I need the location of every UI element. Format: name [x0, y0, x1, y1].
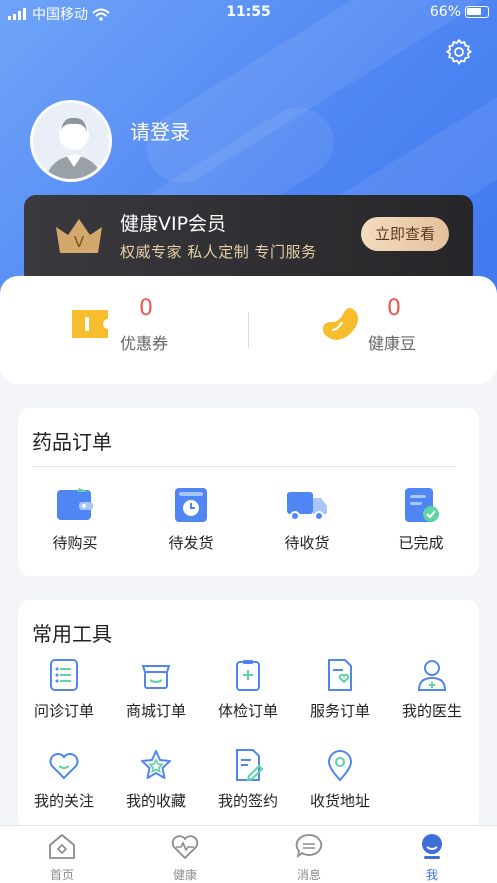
- tab-home[interactable]: 首页: [32, 832, 92, 883]
- heart-icon: [49, 753, 79, 780]
- vip-title: 健康VIP会员: [120, 213, 227, 235]
- common-tools-card: 常用工具 问诊订单 商城订单 体检订单 服务订单 我的医生 我的关注 我的收藏 …: [18, 600, 479, 830]
- vip-badge-letter: V: [74, 233, 85, 251]
- tool-mall-orders-label: 商城订单: [125, 702, 186, 720]
- beans-label: 健康豆: [368, 334, 417, 353]
- doctor-icon: [417, 660, 447, 691]
- tool-my-favorites-label: 我的收藏: [125, 792, 186, 810]
- battery-icon: [465, 6, 489, 18]
- beans-item[interactable]: 0 健康豆: [318, 296, 497, 366]
- box-clock-icon: [175, 488, 207, 522]
- bottom-tab-bar: 首页 健康 消息 我: [0, 825, 497, 883]
- tool-my-contracts-label: 我的签约: [217, 792, 278, 810]
- wallet-divider: [248, 312, 249, 348]
- wallet-card: 0 优惠券 0 健康豆: [0, 276, 497, 384]
- coupon-icon: [72, 310, 108, 338]
- tool-checkup-orders-label: 体检订单: [217, 702, 278, 720]
- home-icon: [49, 834, 75, 859]
- tool-my-follows[interactable]: 我的关注: [28, 748, 100, 811]
- sign-icon: [236, 749, 264, 782]
- location-icon: [327, 750, 353, 782]
- bean-icon: [323, 308, 358, 340]
- order-completed-label: 已完成: [398, 534, 444, 552]
- tool-service-orders[interactable]: 服务订单: [304, 658, 376, 721]
- coupon-label: 优惠券: [120, 334, 169, 353]
- settings-gear-icon[interactable]: [445, 38, 473, 66]
- tool-shipping-address-label: 收货地址: [309, 792, 370, 810]
- vip-view-button[interactable]: 立即查看: [361, 217, 449, 251]
- tab-health-label: 健康: [172, 868, 197, 882]
- tool-shipping-address[interactable]: 收货地址: [304, 748, 376, 811]
- message-icon: [295, 834, 323, 859]
- order-pending-receive-label: 待收货: [284, 534, 330, 552]
- orders-title: 药品订单: [32, 430, 112, 454]
- tool-my-follows-label: 我的关注: [33, 792, 94, 810]
- doc-check-icon: [405, 488, 439, 522]
- order-pending-ship-label: 待发货: [168, 534, 214, 552]
- tool-my-favorites[interactable]: 我的收藏: [120, 748, 192, 811]
- list-icon: [50, 659, 78, 691]
- tools-title: 常用工具: [32, 622, 112, 646]
- order-pending-purchase[interactable]: 待购买: [40, 486, 110, 553]
- tab-home-label: 首页: [49, 868, 74, 882]
- clock: 11:55: [226, 4, 271, 20]
- tab-me[interactable]: 我: [402, 832, 462, 883]
- avatar[interactable]: [30, 100, 112, 182]
- beans-count: 0: [387, 296, 401, 321]
- order-pending-receive[interactable]: 待收货: [272, 486, 342, 553]
- clipboard-plus-icon: [236, 660, 260, 691]
- tool-consult-orders-label: 问诊订单: [33, 702, 94, 720]
- vip-banner[interactable]: V 健康VIP会员 权威专家 私人定制 专门服务 立即查看: [24, 195, 473, 285]
- health-heart-icon: [171, 835, 199, 860]
- login-prompt[interactable]: 请登录: [130, 116, 190, 145]
- coupon-count: 0: [139, 296, 153, 321]
- orders-divider: [32, 466, 455, 467]
- order-completed[interactable]: 已完成: [386, 486, 456, 553]
- tool-checkup-orders[interactable]: 体检订单: [212, 658, 284, 721]
- tool-consult-orders[interactable]: 问诊订单: [28, 658, 100, 721]
- vip-subtitle: 权威专家 私人定制 专门服务: [120, 243, 317, 261]
- default-avatar-icon: [45, 117, 103, 179]
- tool-service-orders-label: 服务订单: [309, 702, 370, 720]
- truck-icon: [287, 492, 327, 521]
- tab-messages-label: 消息: [296, 868, 321, 882]
- coupon-item[interactable]: 0 优惠券: [70, 296, 270, 366]
- battery-percent: 66%: [429, 4, 461, 20]
- tab-me-label: 我: [425, 868, 438, 882]
- tool-mall-orders[interactable]: 商城订单: [120, 658, 192, 721]
- wallet-icon: [57, 488, 93, 520]
- battery-info: 66%: [430, 4, 489, 20]
- tab-messages[interactable]: 消息: [279, 832, 339, 883]
- star-icon: [141, 750, 171, 779]
- doc-heart-icon: [328, 659, 352, 691]
- tool-my-doctor[interactable]: 我的医生: [396, 658, 468, 721]
- status-bar: 中国移动 11:55 66%: [0, 0, 497, 26]
- tool-my-doctor-label: 我的医生: [401, 702, 462, 720]
- user-icon: [422, 834, 442, 859]
- shop-icon: [141, 665, 171, 689]
- tab-health[interactable]: 健康: [155, 832, 215, 883]
- medicine-orders-card: 药品订单 待购买 待发货 待收货 已完成: [18, 408, 479, 576]
- order-pending-purchase-label: 待购买: [52, 534, 98, 552]
- order-pending-ship[interactable]: 待发货: [156, 486, 226, 553]
- tool-my-contracts[interactable]: 我的签约: [212, 748, 284, 811]
- vip-crown-icon: V: [56, 219, 102, 253]
